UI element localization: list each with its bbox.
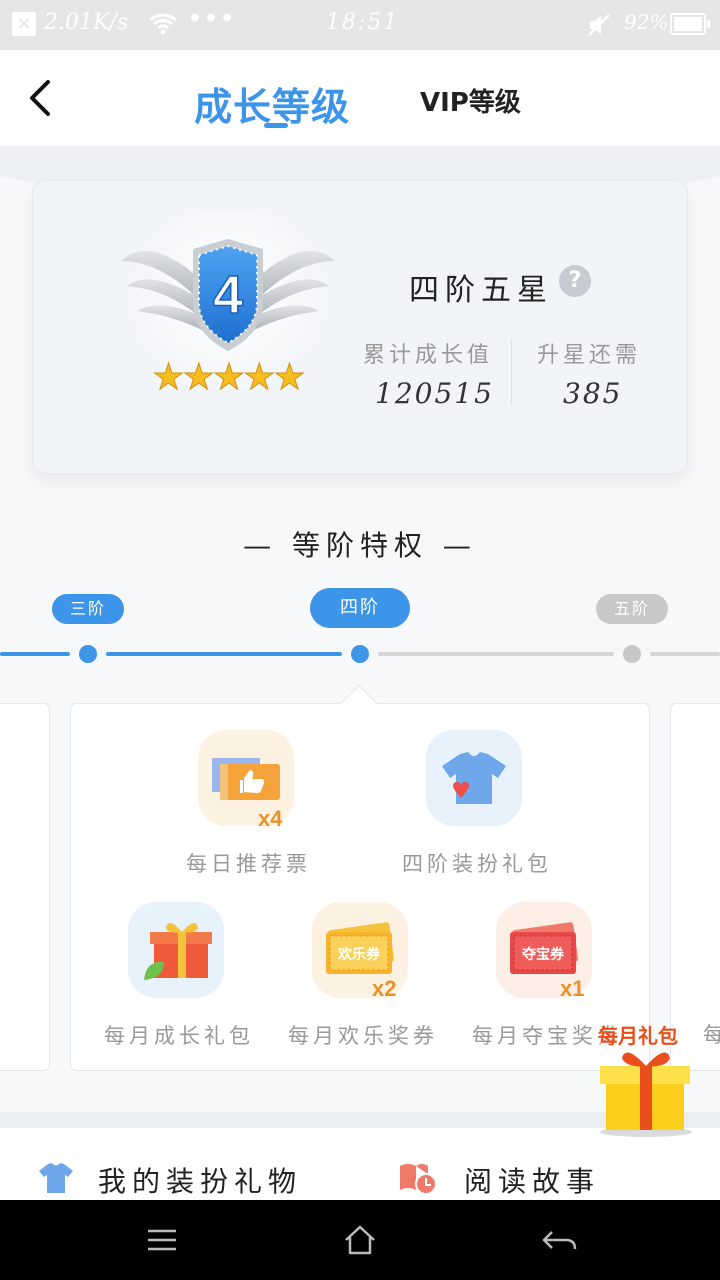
benefits-panel-prev[interactable] bbox=[0, 703, 50, 1071]
benefits-panel-next[interactable]: 每 bbox=[670, 703, 720, 1071]
tshirt-icon bbox=[39, 1163, 73, 1193]
benefit-label: 四阶装扮礼包 bbox=[402, 852, 552, 876]
monthly-gift-label[interactable]: 每月礼包 bbox=[598, 1020, 678, 1049]
home-icon[interactable] bbox=[340, 1220, 380, 1260]
stat-label-total-growth: 累计成长值 bbox=[363, 343, 494, 368]
benefit-growth-gift[interactable] bbox=[128, 902, 224, 998]
benefit-label: 每日推荐票 bbox=[186, 852, 311, 876]
notification-close-icon: × bbox=[12, 12, 36, 36]
back-icon[interactable] bbox=[540, 1220, 580, 1260]
tshirt-heart-icon bbox=[442, 752, 506, 804]
benefits-panel-current bbox=[70, 703, 650, 1071]
timeline-tier-5[interactable]: 五阶 bbox=[596, 594, 668, 624]
treasure-coupon-text: 夺宝券 bbox=[521, 946, 565, 963]
star-rating: ★★★★★ bbox=[152, 357, 303, 398]
book-clock-icon bbox=[400, 1164, 437, 1195]
stat-label-to-next-star: 升星还需 bbox=[537, 343, 642, 368]
battery-icon bbox=[670, 13, 710, 35]
battery-percent: 92% bbox=[624, 10, 669, 34]
badge-number: 4 bbox=[213, 265, 243, 325]
timeline-dot bbox=[79, 645, 97, 663]
timeline-dot bbox=[623, 645, 641, 663]
mute-icon bbox=[588, 14, 610, 36]
benefit-multiplier: x1 bbox=[560, 976, 585, 1001]
active-tab-indicator bbox=[264, 123, 288, 128]
back-arrow-icon[interactable] bbox=[22, 76, 62, 120]
timeline-line bbox=[378, 652, 614, 656]
system-nav-bar bbox=[0, 1200, 720, 1280]
stat-divider bbox=[511, 339, 512, 405]
level-name: 四阶五星 bbox=[409, 273, 553, 308]
my-costume-gifts-link[interactable]: 我的装扮礼物 bbox=[98, 1160, 302, 1200]
more-notifications-icon: ••• bbox=[188, 6, 237, 32]
menu-icon[interactable] bbox=[142, 1220, 182, 1260]
wifi-icon bbox=[149, 13, 177, 35]
benefit-multiplier: x2 bbox=[372, 976, 397, 1001]
benefit-label-peek: 每 bbox=[703, 1023, 720, 1047]
gift-leaf-icon bbox=[144, 922, 212, 980]
stat-value-total-growth: 120515 bbox=[375, 377, 494, 410]
read-stories-link[interactable]: 阅读故事 bbox=[464, 1160, 600, 1200]
joy-coupon-text: 欢乐券 bbox=[337, 946, 381, 963]
status-bar: × 2.01K/s ••• 18:51 92% bbox=[0, 0, 720, 50]
top-header: 成长等级 VIP等级 bbox=[0, 50, 720, 146]
network-speed: 2.01K/s bbox=[44, 10, 129, 35]
benefit-label: 每月欢乐奖券 bbox=[288, 1024, 438, 1048]
help-icon[interactable]: ? bbox=[559, 265, 591, 297]
benefit-costume-pack[interactable] bbox=[426, 730, 522, 826]
level-badge-icon: 4 ★★★★★ bbox=[121, 211, 335, 411]
privileges-title: — 等阶特权 — bbox=[243, 529, 477, 562]
timeline-tier-3[interactable]: 三阶 bbox=[52, 594, 124, 624]
timeline-line bbox=[0, 652, 70, 656]
timeline-tier-4[interactable]: 四阶 bbox=[310, 588, 410, 628]
timeline-dot bbox=[351, 645, 369, 663]
benefit-label: 每月成长礼包 bbox=[104, 1024, 254, 1048]
clock: 18:51 bbox=[326, 10, 400, 35]
level-card: 4 ★★★★★ 四阶五星 ? 累计成长值 120515 升星还需 385 bbox=[32, 180, 688, 474]
timeline-line bbox=[106, 652, 342, 656]
tab-vip-level[interactable]: VIP等级 bbox=[420, 82, 521, 119]
stat-value-to-next-star: 385 bbox=[563, 377, 623, 410]
timeline-line bbox=[650, 652, 720, 656]
benefit-multiplier: x4 bbox=[258, 806, 283, 831]
